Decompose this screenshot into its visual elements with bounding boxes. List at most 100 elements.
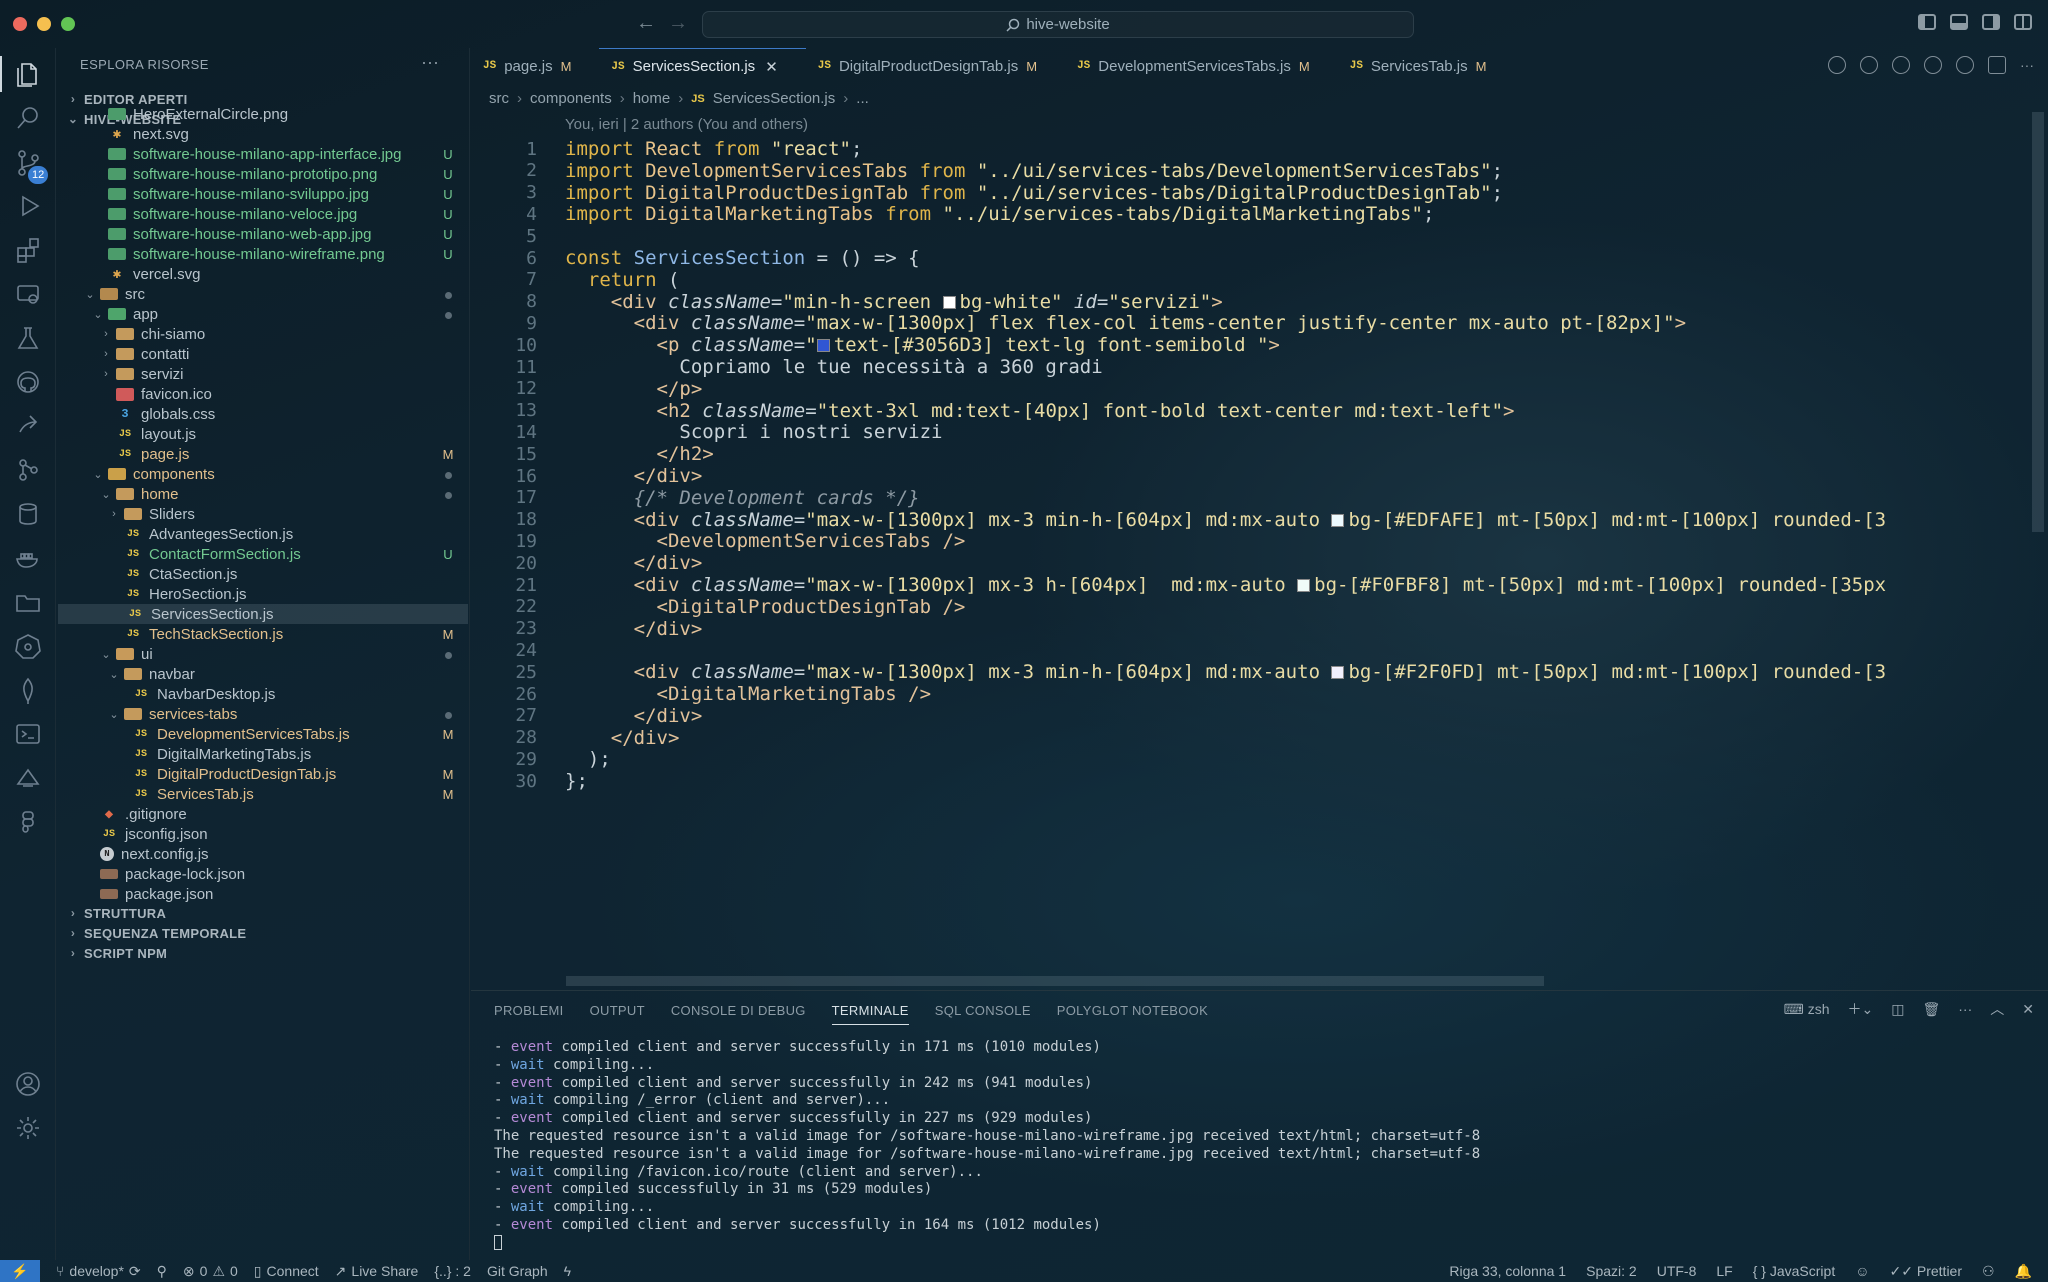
more-actions-icon[interactable]: ··· [1958, 1001, 1972, 1017]
language-mode[interactable]: { } JavaScript [1753, 1263, 1836, 1279]
kill-terminal-icon[interactable]: 🗑 [1922, 1001, 1940, 1018]
encoding[interactable]: UTF-8 [1657, 1263, 1697, 1279]
file-tree-item[interactable]: › Sliders [56, 504, 468, 524]
file-tree-item[interactable]: ⌄ home [56, 484, 468, 504]
vertical-scrollbar[interactable] [2032, 112, 2044, 532]
git-graph-status[interactable]: Git Graph [487, 1263, 548, 1279]
kubernetes-icon[interactable] [0, 624, 56, 668]
editor-tab[interactable]: JS ServicesTab.js M [1338, 48, 1515, 84]
file-tree-item[interactable]: Nnext.config.js [56, 844, 468, 864]
breadcrumb-item[interactable]: components [530, 90, 612, 107]
section-npm-scripts[interactable]: › SCRIPT NPM [56, 940, 470, 966]
toggle-panel-icon[interactable] [1950, 14, 1968, 30]
file-tree-item[interactable]: HeroExternalCircle.png [56, 104, 468, 124]
git-blame-lens[interactable]: You, ieri | 2 authors (You and others) [565, 116, 808, 133]
file-tree-item[interactable]: ⌄ app [56, 304, 468, 324]
file-tree-item[interactable]: ◆ .gitignore [56, 804, 468, 824]
problems-status[interactable]: ⊗ 0 ⚠ 0 [183, 1263, 238, 1280]
back-arrow-icon[interactable]: ← [636, 12, 656, 35]
panel-tab[interactable]: POLYGLOT NOTEBOOK [1057, 1003, 1208, 1025]
docker-icon[interactable] [0, 536, 56, 580]
connect-status[interactable]: ▯ Connect [254, 1263, 319, 1280]
git-graph-icon[interactable] [1956, 56, 1974, 74]
file-tree-item[interactable]: ⌄ components [56, 464, 468, 484]
file-tree-item[interactable]: ✱ vercel.svg [56, 264, 468, 284]
panel-tab[interactable]: OUTPUT [590, 1003, 645, 1025]
color-swatch[interactable] [816, 339, 830, 353]
command-center-search[interactable]: hive-website [702, 11, 1414, 38]
file-tree-item[interactable]: software-house-milano-wireframe.png U [56, 244, 468, 264]
code-editor[interactable]: 1 import React from "react"; 2 import Devel… [471, 138, 1891, 944]
file-tree-item[interactable]: ✱ next.svg [56, 124, 468, 144]
file-tree-item[interactable]: JS NavbarDesktop.js [56, 684, 468, 704]
file-tree-item[interactable]: JS TechStackSection.js M [56, 624, 468, 644]
color-swatch[interactable] [1297, 579, 1311, 592]
close-panel-icon[interactable]: ✕ [2022, 1001, 2034, 1018]
search-icon[interactable] [0, 96, 56, 140]
file-tree-item[interactable]: JS page.js M [56, 444, 468, 464]
color-swatch[interactable] [1331, 513, 1345, 527]
brace-status[interactable]: {..} : 2 [434, 1263, 471, 1279]
breadcrumb-item[interactable]: home [633, 90, 671, 107]
file-tree-item[interactable]: favicon.ico [56, 384, 468, 404]
file-tree-item[interactable]: JS layout.js [56, 424, 468, 444]
end-of-line[interactable]: LF [1716, 1263, 1732, 1279]
figma-icon[interactable] [0, 800, 56, 844]
file-tree-item[interactable]: ⌄ ui [56, 644, 468, 664]
remote-explorer-icon[interactable] [0, 272, 56, 316]
git-fetch-icon[interactable]: ⚲ [157, 1263, 167, 1280]
toggle-sidebar-icon[interactable] [1918, 14, 1936, 30]
breadcrumb-item[interactable]: ... [856, 90, 869, 107]
file-tree-item[interactable]: JS DigitalProductDesignTab.js M [56, 764, 468, 784]
mongodb-leaf-icon[interactable] [0, 668, 56, 712]
editor-tab[interactable]: JS page.js M [471, 48, 599, 84]
prettier-status[interactable]: ✓✓ Prettier [1890, 1263, 1962, 1280]
minimize-window-button[interactable] [37, 17, 51, 31]
live-share-status[interactable]: ↗ Live Share [335, 1263, 419, 1280]
remote-indicator-icon[interactable]: ⚡ [0, 1260, 40, 1282]
branch-status[interactable]: ⑂ develop* ⟳ [56, 1263, 141, 1280]
toggle-secondary-sidebar-icon[interactable] [1982, 14, 2000, 30]
customize-layout-icon[interactable] [2014, 14, 2032, 30]
terminal-icon[interactable] [0, 712, 56, 756]
color-swatch[interactable] [942, 295, 956, 309]
file-tree-item[interactable]: JS AdvantegesSection.js [56, 524, 468, 544]
panel-tab[interactable]: PROBLEMI [494, 1003, 564, 1025]
more-actions-icon[interactable]: ··· [421, 52, 439, 73]
file-tree-item[interactable]: 3 globals.css [56, 404, 468, 424]
editor-tab[interactable]: JS DigitalProductDesignTab.js M [806, 48, 1065, 84]
account-status-icon[interactable]: ⚇ [1982, 1263, 1995, 1280]
go-back-change-icon[interactable] [1892, 56, 1910, 74]
file-tree-item[interactable]: software-house-milano-app-interface.jpg U [56, 144, 468, 164]
git-graph-icon[interactable] [0, 448, 56, 492]
file-tree-item[interactable]: JS ServicesSection.js [58, 604, 468, 624]
live-share-icon[interactable] [0, 404, 56, 448]
more-actions-icon[interactable]: ··· [2020, 56, 2038, 74]
lightning-icon[interactable]: ϟ [564, 1263, 571, 1279]
editor-tab[interactable]: JS DevelopmentServicesTabs.js M [1065, 48, 1338, 84]
close-window-button[interactable] [13, 17, 27, 31]
sync-icon[interactable]: ⟳ [129, 1263, 141, 1280]
cursor-position[interactable]: Riga 33, colonna 1 [1449, 1263, 1566, 1279]
terminal-shell-icon[interactable]: ⌨ zsh [1784, 1001, 1830, 1018]
file-tree-item[interactable]: JS jsconfig.json [56, 824, 468, 844]
extensions-icon[interactable] [0, 228, 56, 272]
file-tree-item[interactable]: software-house-milano-prototipo.png U [56, 164, 468, 184]
file-tree-item[interactable]: software-house-milano-veloce.jpg U [56, 204, 468, 224]
git-compare-icon[interactable] [1860, 56, 1878, 74]
file-tree-item[interactable]: ⌄ services-tabs [56, 704, 468, 724]
horizontal-scrollbar[interactable] [566, 976, 1544, 986]
file-tree-item[interactable]: JS CtaSection.js [56, 564, 468, 584]
file-tree-item[interactable]: › servizi [56, 364, 468, 384]
copilot-icon[interactable]: ☺ [1855, 1263, 1869, 1279]
notifications-bell-icon[interactable]: 🔔 [2015, 1263, 2032, 1280]
maximize-panel-icon[interactable]: ︿ [1990, 999, 2004, 1019]
file-tree-item[interactable]: software-house-milano-sviluppo.jpg U [56, 184, 468, 204]
forward-arrow-icon[interactable]: → [668, 12, 688, 35]
file-tree-item[interactable]: JS DigitalMarketingTabs.js [56, 744, 468, 764]
new-terminal-icon[interactable]: ＋⌄ [1848, 999, 1874, 1019]
file-tree-item[interactable]: JS HeroSection.js [56, 584, 468, 604]
split-editor-icon[interactable] [1988, 56, 2006, 74]
source-control-icon[interactable]: 12 [0, 140, 56, 184]
panel-tab[interactable]: TERMINALE [831, 1003, 909, 1025]
